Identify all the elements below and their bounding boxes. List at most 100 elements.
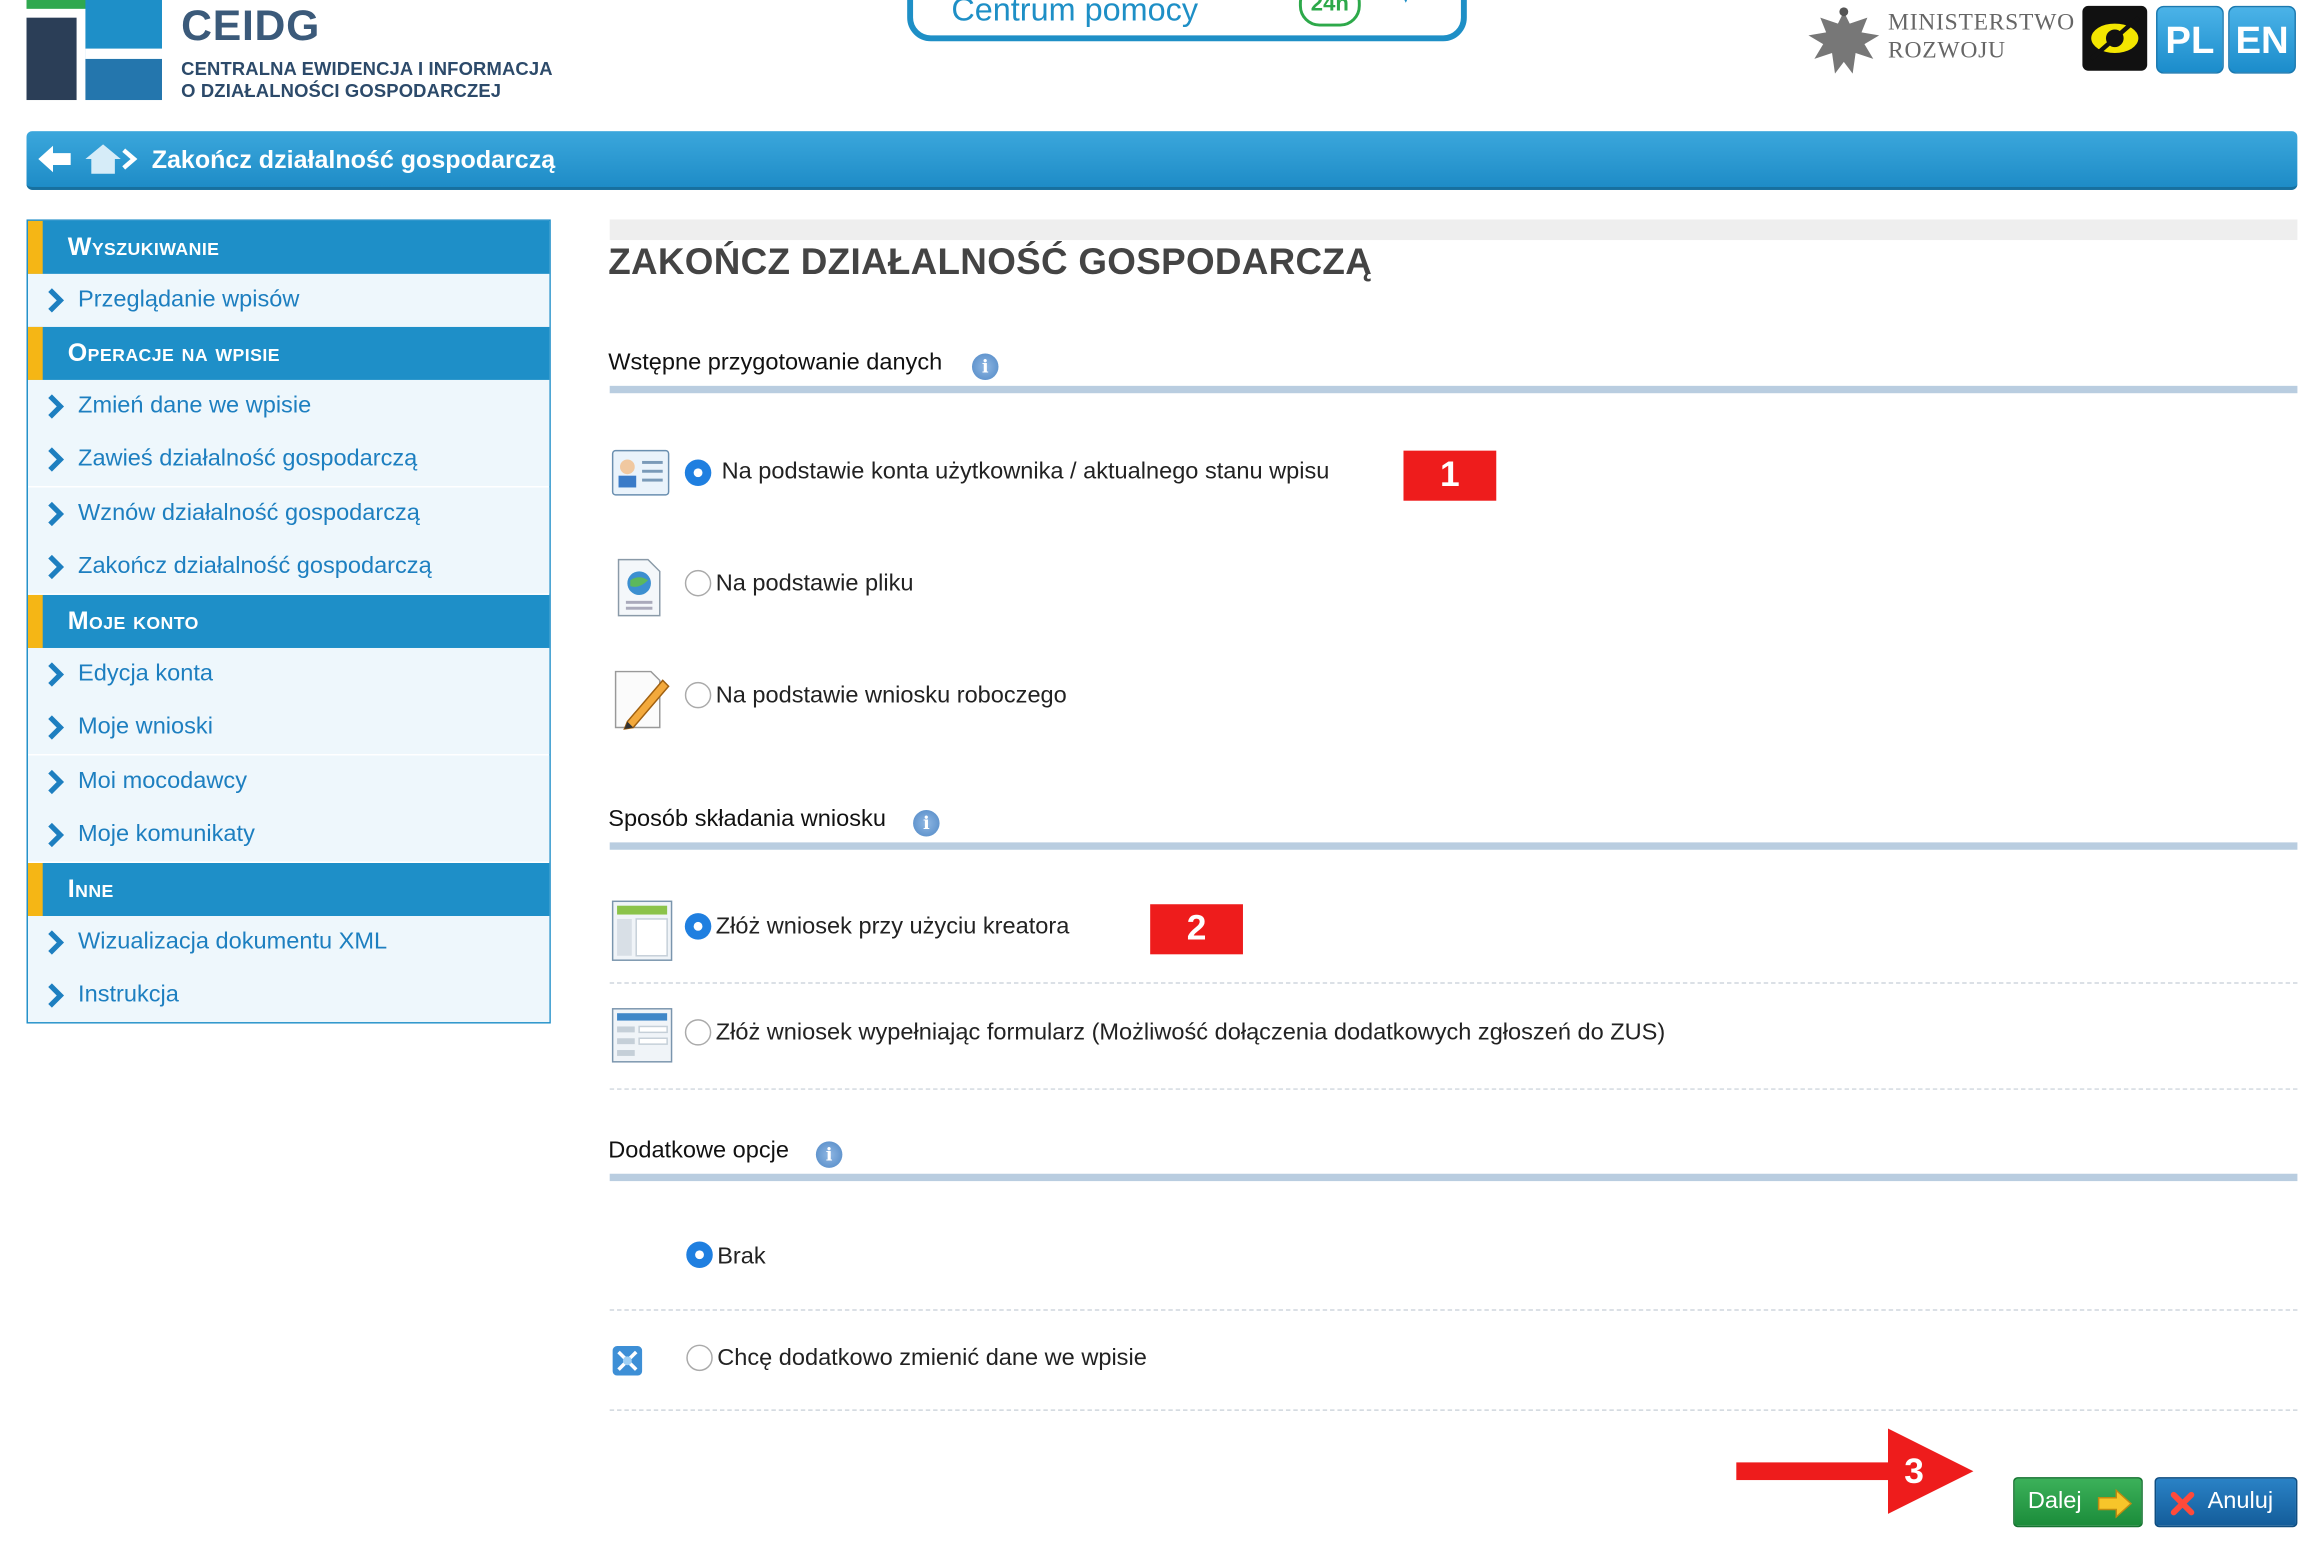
- chevron-right-icon: [48, 501, 65, 527]
- radio-none[interactable]: [686, 1241, 713, 1268]
- sidebar-item-resume-business[interactable]: Wznów działalność gospodarczą: [27, 487, 550, 541]
- section-title-additional-options: Dodatkowe opcje: [608, 1138, 789, 1165]
- sidebar-item-suspend-business[interactable]: Zawieś działalność gospodarczą: [27, 432, 550, 486]
- step-3-arrow-icon: [1736, 1428, 1974, 1514]
- option-label-from-account[interactable]: Na podstawie konta użytkownika / aktualn…: [722, 459, 1330, 486]
- section-title-text: Dodatkowe opcje: [608, 1138, 789, 1164]
- cancel-button[interactable]: Anuluj: [2154, 1477, 2298, 1528]
- breadcrumb-current: Zakończ działalność gospodarczą: [151, 145, 556, 174]
- step-marker-3: 3: [1904, 1452, 1924, 1492]
- draft-pencil-icon: [614, 670, 670, 730]
- dashed-divider: [609, 1088, 2298, 1090]
- section-title-data-preparation: Wstępne przygotowanie danych: [608, 351, 942, 378]
- info-icon[interactable]: i: [815, 1141, 843, 1168]
- chevron-right-icon: [122, 148, 138, 170]
- info-icon[interactable]: i: [913, 809, 940, 837]
- brand-subtitle-line1: CENTRALNA EWIDENCJA I INFORMACJA: [181, 58, 553, 80]
- chevron-right-icon: [48, 394, 65, 419]
- accessibility-contrast-button[interactable]: [2082, 5, 2148, 71]
- edit-tools-icon: [612, 1346, 643, 1376]
- sidebar: Wyszukiwanie Przeglądanie wpisów Operacj…: [26, 219, 551, 1024]
- sidebar-item-label: Moi mocodawcy: [78, 768, 247, 794]
- wizard-layout-icon: [611, 900, 673, 961]
- step-marker-1: 1: [1403, 450, 1497, 501]
- chevron-right-icon: [48, 288, 65, 313]
- chevron-down-icon: ▾: [1399, 0, 1412, 10]
- brand-title: CEIDG: [181, 2, 321, 51]
- section-divider: [609, 842, 2298, 850]
- sidebar-item-edit-account[interactable]: Edycja konta: [27, 647, 550, 702]
- page-title: ZAKOŃCZ DZIAŁALNOŚĆ GOSPODARCZĄ: [608, 241, 1373, 283]
- sidebar-section-my-account: Moje konto: [27, 594, 550, 648]
- sidebar-item-instructions[interactable]: Instrukcja: [27, 969, 550, 1023]
- option-label-from-file[interactable]: Na podstawie pliku: [716, 571, 914, 598]
- sidebar-item-label: Wizualizacja dokumentu XML: [78, 929, 388, 955]
- chevron-right-icon: [48, 930, 65, 955]
- eye-icon: [2089, 16, 2140, 61]
- chevron-right-icon: [48, 769, 65, 795]
- option-label-from-draft[interactable]: Na podstawie wniosku roboczego: [716, 683, 1067, 710]
- radio-change-entry-data[interactable]: [686, 1344, 713, 1372]
- file-globe-icon: [617, 558, 661, 617]
- form-layout-icon: [611, 1008, 673, 1063]
- chevron-right-icon: [48, 554, 65, 580]
- option-label-use-wizard[interactable]: Złóż wniosek przy użyciu kreatora: [716, 915, 1070, 942]
- cancel-button-label: Anuluj: [2207, 1488, 2274, 1514]
- next-button[interactable]: Dalej: [2013, 1477, 2143, 1528]
- ministry-logo-text[interactable]: MINISTERSTWO ROZWOJU: [1888, 9, 2075, 65]
- info-icon[interactable]: i: [971, 353, 999, 380]
- step-marker-2: 2: [1150, 904, 1243, 955]
- chevron-right-icon: [48, 715, 65, 740]
- sidebar-item-my-principals[interactable]: Moi mocodawcy: [27, 755, 550, 809]
- section-title-text: Wstępne przygotowanie danych: [608, 350, 943, 376]
- radio-from-draft[interactable]: [684, 681, 712, 709]
- radio-fill-form[interactable]: [684, 1019, 712, 1046]
- chevron-right-icon: [48, 447, 65, 472]
- dashed-divider: [609, 1409, 2298, 1411]
- sidebar-item-my-applications[interactable]: Moje wnioski: [27, 701, 550, 755]
- breadcrumb: Zakończ działalność gospodarczą: [26, 131, 2298, 190]
- sidebar-item-xml-visualization[interactable]: Wizualizacja dokumentu XML: [27, 916, 550, 970]
- option-label-none[interactable]: Brak: [717, 1244, 765, 1271]
- section-divider: [609, 1173, 2298, 1182]
- lang-pl-button[interactable]: PL: [2156, 5, 2224, 74]
- section-title-text: Sposób składania wniosku: [608, 807, 886, 833]
- radio-from-file[interactable]: [684, 569, 712, 597]
- lang-en-button[interactable]: EN: [2228, 5, 2296, 74]
- sidebar-item-browse-entries[interactable]: Przeglądanie wpisów: [27, 273, 550, 327]
- eagle-emblem-icon: [1808, 7, 1880, 74]
- ceidg-logo[interactable]: CEIDG CENTRALNA EWIDENCJA I INFORMACJA O…: [0, 0, 589, 110]
- content-top-strip: [609, 219, 2298, 241]
- radio-from-account[interactable]: [684, 459, 712, 486]
- user-account-card-icon: [611, 449, 670, 496]
- arrow-right-icon: [2097, 1488, 2133, 1519]
- ministry-line2: ROZWOJU: [1888, 38, 2006, 64]
- sidebar-section-other: Inne: [27, 863, 550, 917]
- sidebar-item-change-data[interactable]: Zmień dane we wpisie: [27, 379, 550, 433]
- dashed-divider: [609, 1309, 2298, 1311]
- sidebar-section-entry-operations: Operacje na wpisie: [27, 326, 550, 380]
- help-center-label: Centrum pomocy: [951, 0, 1199, 28]
- home-icon[interactable]: [82, 141, 123, 176]
- option-label-fill-form[interactable]: Złóż wniosek wypełniając formularz (Możl…: [716, 1021, 1665, 1048]
- help-center-button[interactable]: Centrum pomocy 24h ▾: [907, 0, 1467, 42]
- ministry-line1: MINISTERSTWO: [1888, 10, 2075, 36]
- close-icon: [2170, 1491, 2195, 1516]
- dashed-divider: [609, 982, 2298, 984]
- sidebar-item-label: Edycja konta: [78, 661, 213, 687]
- brand-subtitle-line2: O DZIAŁALNOŚCI GOSPODARCZEJ: [181, 80, 502, 102]
- radio-use-wizard[interactable]: [684, 913, 712, 940]
- sidebar-section-search: Wyszukiwanie: [27, 220, 550, 274]
- back-arrow-icon[interactable]: [35, 143, 73, 175]
- sidebar-item-my-messages[interactable]: Moje komunikaty: [27, 808, 550, 862]
- chevron-right-icon: [48, 662, 65, 687]
- section-title-submission-method: Sposób składania wniosku: [608, 807, 886, 834]
- sidebar-item-label: Moje wnioski: [78, 714, 213, 740]
- sidebar-item-close-business[interactable]: Zakończ działalność gospodarczą: [27, 540, 550, 594]
- sidebar-item-label: Wznów działalność gospodarczą: [78, 500, 420, 526]
- sidebar-item-label: Zmień dane we wpisie: [78, 393, 312, 419]
- chevron-right-icon: [48, 983, 65, 1008]
- sidebar-item-label: Zawieś działalność gospodarczą: [78, 446, 418, 472]
- ceidg-logo-mark: [26, 0, 162, 101]
- option-label-change-entry-data[interactable]: Chcę dodatkowo zmienić dane we wpisie: [717, 1346, 1147, 1373]
